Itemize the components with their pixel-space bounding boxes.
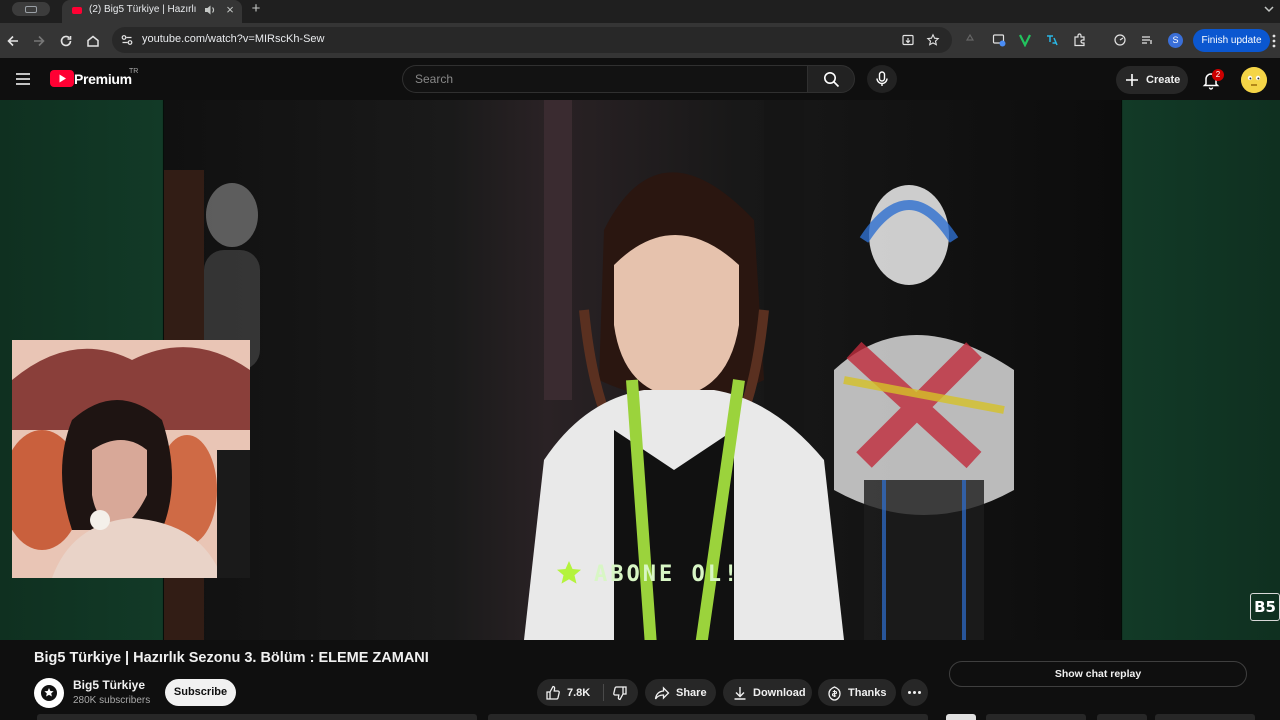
download-label: Download [753, 687, 806, 699]
subscriber-count: 280K subscribers [73, 695, 151, 706]
filter-chip[interactable] [1155, 714, 1255, 720]
subscribe-button[interactable]: Subscribe [165, 679, 236, 706]
voice-search-button[interactable] [867, 65, 897, 93]
chrome-menu-icon[interactable] [1270, 32, 1278, 50]
home-icon[interactable] [84, 32, 102, 50]
forward-icon[interactable] [30, 32, 48, 50]
search-icon [824, 72, 840, 88]
audio-playing-icon[interactable] [203, 3, 217, 17]
filter-chip[interactable] [1097, 714, 1147, 720]
search-button[interactable] [807, 65, 855, 93]
tab-search-icon[interactable] [1262, 2, 1276, 16]
dislike-icon [613, 686, 627, 701]
emoji-face-icon [1241, 67, 1267, 93]
youtube-favicon-icon [72, 7, 82, 14]
browser-tab-active[interactable]: (2) Big5 Türkiye | Hazırlık × [62, 0, 242, 23]
reload-icon[interactable] [57, 32, 75, 50]
thanks-label: Thanks [848, 687, 887, 699]
extension-v-icon[interactable] [1018, 33, 1032, 47]
account-avatar[interactable] [1241, 67, 1267, 93]
like-button[interactable]: 7.8K [537, 679, 603, 706]
download-icon [734, 687, 746, 700]
tab-title: (2) Big5 Türkiye | Hazırlık [89, 4, 197, 15]
channel-watermark[interactable]: B5 [1250, 593, 1280, 621]
notification-badge: 2 [1212, 69, 1224, 81]
create-label: Create [1146, 74, 1181, 86]
extension-recycle-icon[interactable] [963, 33, 977, 47]
youtube-logo-icon[interactable] [50, 70, 74, 87]
create-button[interactable]: Create [1116, 66, 1188, 94]
country-code: TR [129, 68, 139, 75]
plus-icon [1126, 74, 1138, 86]
overlay-text: ABONE OL! [594, 562, 741, 587]
show-chat-replay-button[interactable]: Show chat replay [949, 661, 1247, 687]
search-input[interactable] [402, 65, 807, 93]
like-dislike-group: 7.8K [537, 679, 638, 706]
extension-window-icon[interactable] [992, 33, 1006, 47]
more-icon [908, 691, 921, 694]
filter-chip[interactable] [946, 714, 976, 720]
video-frame: ABONE OL! [164, 100, 1121, 640]
performance-icon[interactable] [1113, 33, 1127, 47]
more-actions-button[interactable] [901, 679, 928, 706]
bookmark-star-icon[interactable] [926, 33, 940, 47]
channel-name[interactable]: Big5 Türkiye [73, 678, 145, 692]
streamer-webcam-image [12, 340, 250, 578]
dislike-button[interactable] [604, 679, 638, 706]
new-tab-button[interactable]: + [248, 0, 264, 17]
description-box [488, 714, 928, 720]
logo-text[interactable]: Premium [74, 71, 132, 87]
star-icon [557, 561, 581, 584]
tab-groups-button[interactable] [12, 2, 50, 16]
profile-avatar[interactable]: S [1168, 33, 1183, 48]
channel-logo-icon [41, 685, 57, 701]
site-info-icon[interactable] [120, 33, 134, 47]
share-label: Share [676, 687, 707, 699]
download-button[interactable]: Download [723, 679, 812, 706]
like-icon [546, 685, 560, 700]
browser-tabstrip: (2) Big5 Türkiye | Hazırlık × + [0, 0, 1280, 23]
like-count: 7.8K [567, 687, 591, 699]
install-icon[interactable] [901, 33, 915, 47]
menu-icon[interactable] [14, 70, 32, 88]
mic-icon [876, 71, 888, 86]
address-bar[interactable]: youtube.com/watch?v=MIRscKh-Sew [112, 27, 952, 53]
thanks-button[interactable]: Thanks [818, 679, 896, 706]
media-controls-icon[interactable] [1140, 33, 1154, 47]
webcam-overlay [12, 340, 250, 578]
finish-update-button[interactable]: Finish update [1193, 29, 1270, 52]
back-icon[interactable] [4, 32, 22, 50]
video-title: Big5 Türkiye | Hazırlık Sezonu 3. Bölüm … [34, 650, 429, 666]
filter-chip[interactable] [986, 714, 1086, 720]
video-player[interactable]: ABONE OL! B5 [0, 100, 1280, 640]
channel-avatar[interactable] [34, 678, 64, 708]
url-text[interactable]: youtube.com/watch?v=MIRscKh-Sew [142, 33, 325, 45]
share-icon [654, 686, 670, 700]
extension-translate-icon[interactable] [1045, 33, 1059, 47]
youtube-header: Premium TR Create 2 [0, 58, 1280, 100]
description-box [37, 714, 477, 720]
extensions-puzzle-icon[interactable] [1073, 33, 1087, 47]
share-button[interactable]: Share [645, 679, 716, 706]
below-fold-content [0, 714, 1280, 720]
tab-close-icon[interactable]: × [223, 2, 237, 18]
browser-toolbar: youtube.com/watch?v=MIRscKh-Sew S Finish… [0, 23, 1280, 58]
thanks-icon [828, 686, 841, 701]
